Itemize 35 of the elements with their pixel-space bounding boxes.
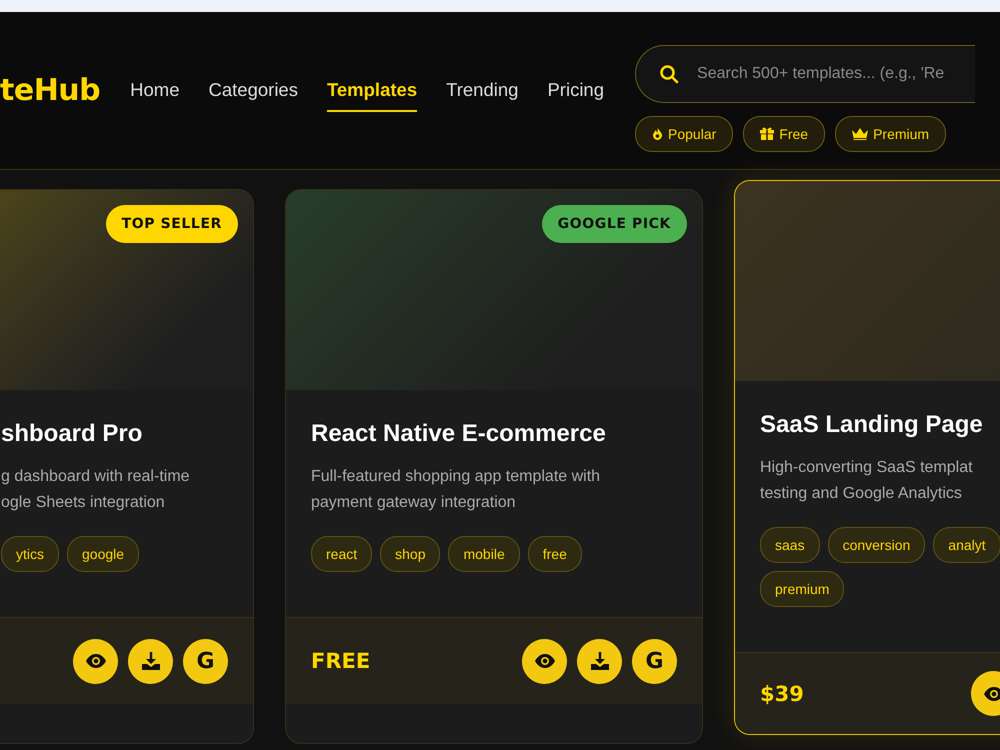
tag-chip[interactable]: mobile xyxy=(448,536,520,572)
tag-chip[interactable]: react xyxy=(311,536,372,572)
tag-chip[interactable]: google xyxy=(67,536,140,572)
tag-chip[interactable]: free xyxy=(528,536,582,572)
google-button[interactable]: G xyxy=(632,638,677,684)
card-description: testing and Google Analytics xyxy=(760,484,963,504)
tag-chip[interactable]: saas xyxy=(760,527,820,563)
card-description: Full-featured shopping app template with xyxy=(311,467,602,487)
nav-link[interactable]: Pricing xyxy=(547,69,604,112)
badge: TOP SELLER xyxy=(106,205,238,243)
filter-chip[interactable]: Free xyxy=(743,116,826,152)
price: $39 xyxy=(760,682,804,706)
filter-chip[interactable]: Premium xyxy=(835,116,946,152)
card-description: High-converting SaaS templat xyxy=(760,458,974,478)
card-title: React Native E-commerce xyxy=(311,420,607,448)
card-description: payment gateway integration xyxy=(311,493,517,513)
card-description: ogle Sheets integration xyxy=(1,493,166,513)
nav-link[interactable]: Trending xyxy=(446,69,518,112)
tag-chip[interactable]: premium xyxy=(760,571,844,607)
badge: GOOGLE PICK xyxy=(542,205,687,243)
tag-chip[interactable]: conversion xyxy=(828,527,926,563)
price: FREE xyxy=(311,649,370,673)
search-field[interactable]: Search 500+ templates... (e.g., 'Re xyxy=(635,44,976,102)
filter-chip[interactable]: Popular xyxy=(635,116,734,152)
nav-link[interactable]: Categories xyxy=(208,69,298,112)
nav-link[interactable]: Home xyxy=(130,69,180,112)
card-description: g dashboard with real-time xyxy=(1,467,191,487)
nav-link[interactable]: Templates xyxy=(326,69,418,112)
tag-chip[interactable]: ytics xyxy=(1,536,59,572)
card-title: shboard Pro xyxy=(1,420,144,448)
tag-chip[interactable]: analyt xyxy=(933,527,1000,563)
logo[interactable]: teHub xyxy=(0,73,100,108)
tag-chip[interactable]: shop xyxy=(380,536,440,572)
google-button[interactable]: G xyxy=(183,638,228,684)
card-title: SaaS Landing Page xyxy=(760,411,984,439)
